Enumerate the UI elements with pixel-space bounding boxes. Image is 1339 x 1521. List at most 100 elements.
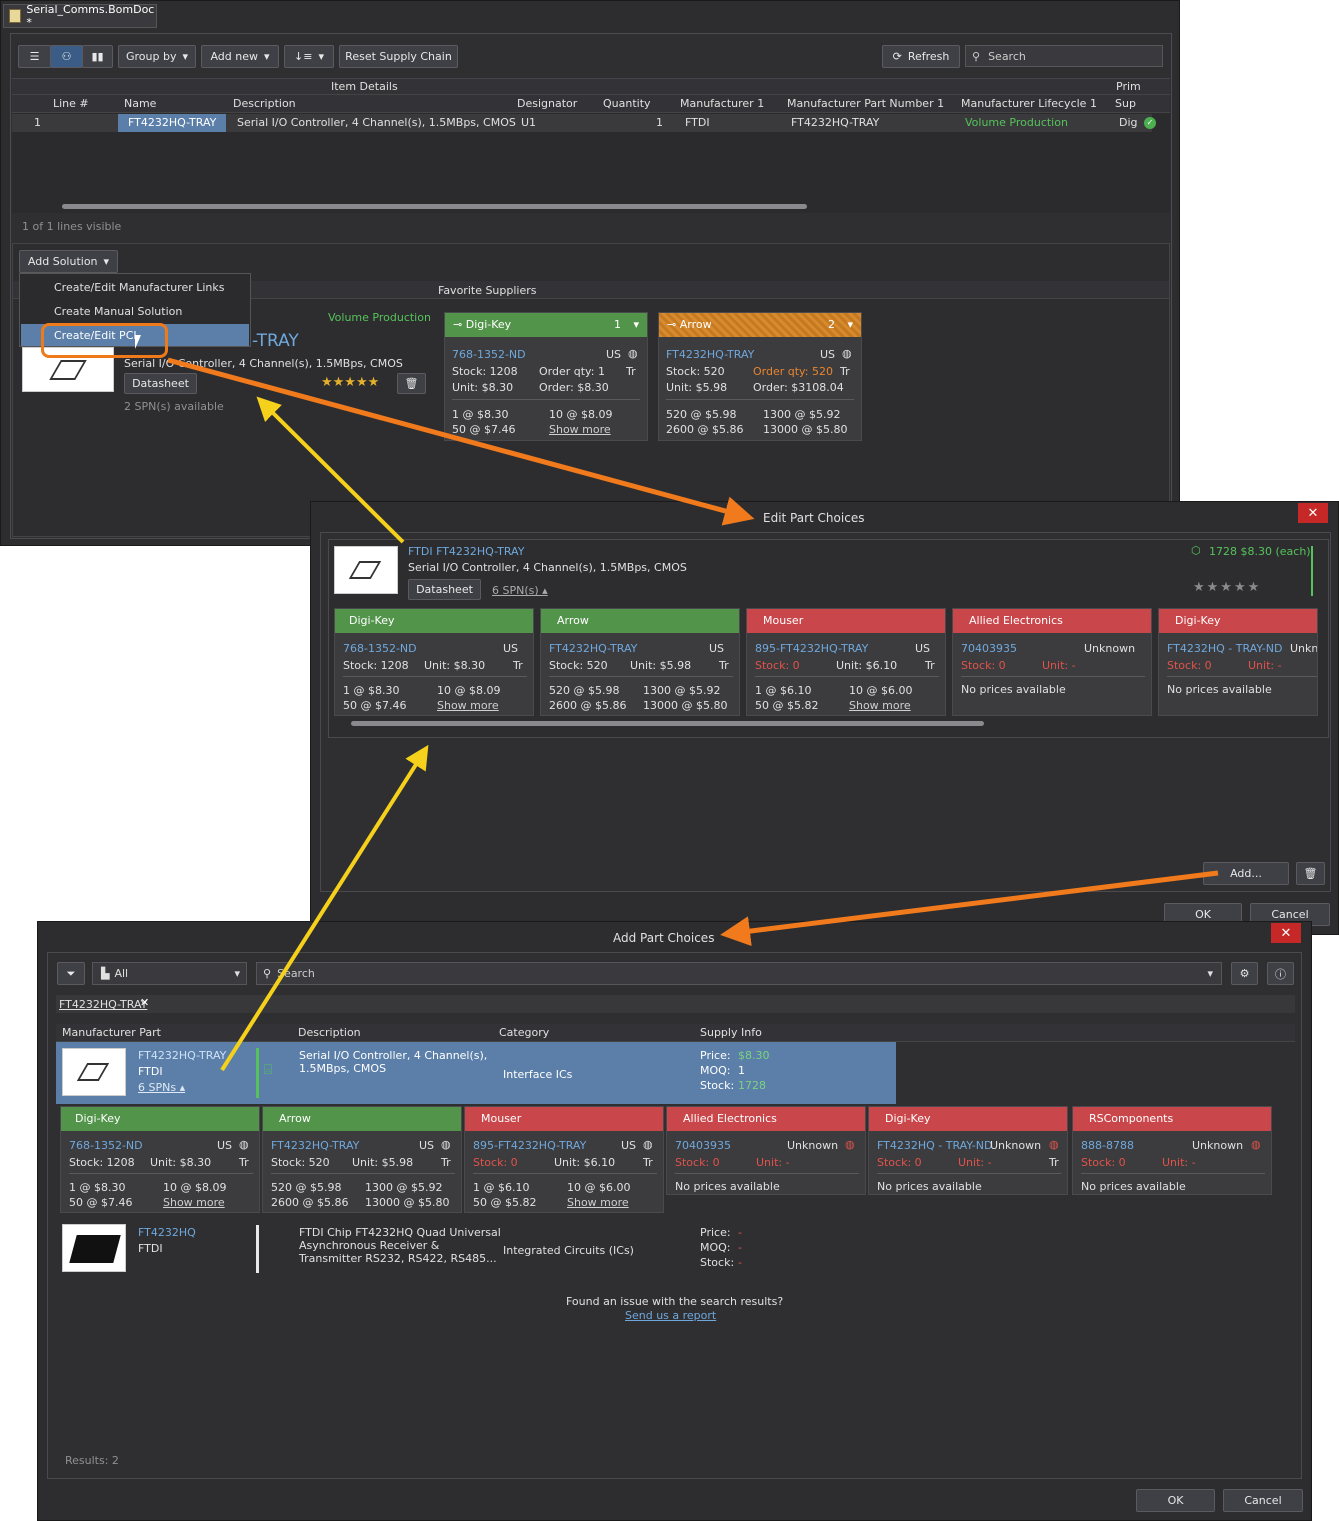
col-designator[interactable]: Designator [517,97,577,110]
refresh-button[interactable]: ⟳ Refresh [882,45,960,68]
cancel-button[interactable]: Cancel [1223,1489,1303,1512]
trash-icon: 🗑 [404,377,419,390]
result-mpn[interactable]: FT4232HQ-TRAY [138,1049,226,1062]
card-pn[interactable]: 895-FT4232HQ-TRAY [473,1139,586,1152]
supplier-card-allied[interactable]: Allied Electronics 70403935 Unknown Stoc… [952,608,1152,716]
supplier-card-digikey[interactable]: Digi-Key 768-1352-ND US Stock: 1208 Unit… [334,608,534,716]
card-pn[interactable]: FT4232HQ - TRAY-ND [877,1139,992,1152]
caret-down-icon[interactable]: ▾ [847,318,853,331]
bom-window: Serial_Comms.BomDoc * ☰ ⚇ ▮▮ Group by ▾ A… [0,0,1180,546]
list-item[interactable]: FT4232HQ-TRAY FTDI 6 SPNs ▴ ⌸ Serial I/O… [56,1042,896,1104]
spn-toggle[interactable]: 6 SPN(s) ▴ [492,584,548,597]
menu-item-manufacturer-links[interactable]: Create/Edit Manufacturer Links [54,281,225,294]
card-pn[interactable]: 70403935 [961,642,1017,655]
view-list-button[interactable]: ☰ [18,45,51,68]
card-pn[interactable]: FT4232HQ-TRAY [666,348,754,361]
col-supply-info[interactable]: Supply Info [700,1026,762,1039]
result-manufacturer: FTDI [138,1065,163,1078]
col-lifecycle[interactable]: Manufacturer Lifecycle 1 [961,97,1097,110]
datasheet-button[interactable]: Datasheet [124,373,197,394]
card-pn[interactable]: 895-FT4232HQ-TRAY [755,642,868,655]
datasheet-button[interactable]: Datasheet [408,579,481,600]
vertical-scrollbar[interactable] [1281,1042,1291,1442]
supplier-card-arrow[interactable]: Arrow FT4232HQ-TRAY US Stock: 520 Unit: … [540,608,740,716]
card-header: Arrow [263,1107,461,1131]
info-button[interactable]: ⓘ [1267,962,1294,985]
supplier-card-mouser[interactable]: Mouser 895-FT4232HQ-TRAY US ◍ Stock: 0 U… [464,1106,664,1213]
delete-choice-button[interactable]: 🗑 [1296,862,1325,885]
col-description[interactable]: Description [298,1026,361,1039]
card-pn[interactable]: 70403935 [675,1139,731,1152]
group-by-button[interactable]: Group by ▾ [118,45,196,68]
supplier-card-digikey[interactable]: Digi-Key 768-1352-ND US ◍ Stock: 1208 Un… [60,1106,260,1213]
show-more-link[interactable]: Show more [849,699,911,712]
col-name[interactable]: Name [124,97,156,110]
card-scrollbar[interactable] [351,721,984,726]
close-icon[interactable]: ✕ [1298,503,1328,523]
supplier-card-allied[interactable]: Allied Electronics 70403935 Unknown ◍ St… [666,1106,866,1195]
table-row[interactable]: 1 FT4232HQ-TRAY Serial I/O Controller, 4… [12,114,1156,132]
close-icon[interactable]: ✕ [1271,923,1301,943]
supplier-card-digikey[interactable]: ⊸ Digi-Key 1 ▾ 768-1352-ND US ◍ Stock: 120… [444,312,648,441]
card-pn[interactable]: 768-1352-ND [69,1139,143,1152]
add-new-button[interactable]: Add new ▾ [201,45,279,68]
settings-button[interactable]: ⚙ [1231,962,1258,985]
chip-icon [348,561,382,579]
search-box[interactable]: ⚲ Search [965,45,1163,67]
info-icon: ⓘ [1275,967,1286,981]
card-divider [877,1173,1061,1174]
horizontal-scrollbar[interactable] [62,204,807,209]
result-mpn[interactable]: FT4232HQ [138,1226,196,1239]
card-pn[interactable]: 768-1352-ND [343,642,417,655]
supplier-card-digikey-2[interactable]: Digi-Key FT4232HQ - TRAY-ND Unkn Stock: … [1158,608,1318,716]
category-select[interactable]: ▙ All ▾ [92,962,247,985]
show-more-link[interactable]: Show more [549,423,611,436]
col-description[interactable]: Description [233,97,296,110]
reset-supply-chain-button[interactable]: Reset Supply Chain [339,45,458,68]
supplier-card-rscomponents[interactable]: RSComponents 888-8788 Unknown ◍ Stock: 0… [1072,1106,1272,1195]
caret-down-icon[interactable]: ▾ [633,318,639,331]
col-sup[interactable]: Sup [1115,97,1136,110]
card-pn[interactable]: FT4232HQ - TRAY-ND [1167,642,1282,655]
col-category[interactable]: Category [499,1026,549,1039]
filter-button[interactable]: ⏷ [57,962,85,985]
card-divider [452,399,640,400]
card-pn[interactable]: FT4232HQ-TRAY [549,642,637,655]
spn-toggle[interactable]: 6 SPNs ▴ [138,1081,185,1094]
view-chart-button[interactable]: ▮▮ [82,45,113,68]
caret-down-icon: ▾ [103,255,110,268]
card-pn[interactable]: 768-1352-ND [452,348,526,361]
supplier-card-arrow[interactable]: ⊸ Arrow 2 ▾ FT4232HQ-TRAY US ◍ Stock: 520 … [658,312,862,441]
show-more-link[interactable]: Show more [567,1196,629,1209]
col-manufacturer[interactable]: Manufacturer 1 [680,97,764,110]
send-report-link[interactable]: Send us a report [625,1309,716,1322]
show-more-link[interactable]: Show more [163,1196,225,1209]
row-manufacturer: FTDI [685,116,710,129]
sort-button[interactable]: ↓≡ ▾ [284,45,334,68]
col-mpn[interactable]: Manufacturer Part Number 1 [787,97,944,110]
col-quantity[interactable]: Quantity [603,97,651,110]
card-region: Unkn [1290,642,1318,655]
view-tree-button[interactable]: ⚇ [50,45,83,68]
doc-tab[interactable]: Serial_Comms.BomDoc * [3,3,157,29]
menu-item-manual-solution[interactable]: Create Manual Solution [54,305,182,318]
add-solution-button[interactable]: Add Solution ▾ [19,250,118,273]
remove-chip-icon[interactable]: ✕ [140,996,149,1009]
card-tr: Tr [239,1156,249,1169]
col-manufacturer-part[interactable]: Manufacturer Part [62,1026,161,1039]
col-line[interactable]: Line # [53,97,89,110]
show-more-link[interactable]: Show more [437,699,499,712]
delete-solution-button[interactable]: 🗑 [397,373,426,394]
supplier-card-arrow[interactable]: Arrow FT4232HQ-TRAY US ◍ Stock: 520 Unit… [262,1106,462,1213]
part-title[interactable]: FTDI FT4232HQ-TRAY [408,545,524,558]
list-item[interactable]: FT4232HQ FTDI FTDI Chip FT4232HQ Quad Un… [56,1219,896,1277]
card-pn[interactable]: 888-8788 [1081,1139,1134,1152]
add-choice-button[interactable]: Add... [1203,862,1289,885]
card-pn[interactable]: FT4232HQ-TRAY [271,1139,359,1152]
supplier-card-digikey-2[interactable]: Digi-Key FT4232HQ - TRAY-ND Unknown ◍ St… [868,1106,1068,1195]
card-divider [271,1173,455,1174]
supplier-card-mouser[interactable]: Mouser 895-FT4232HQ-TRAY US Stock: 0 Uni… [746,608,946,716]
search-input[interactable]: ⚲ Search ▾ [256,962,1222,985]
ok-button[interactable]: OK [1136,1489,1215,1512]
card-price: 1 @ $6.10 [473,1181,530,1194]
